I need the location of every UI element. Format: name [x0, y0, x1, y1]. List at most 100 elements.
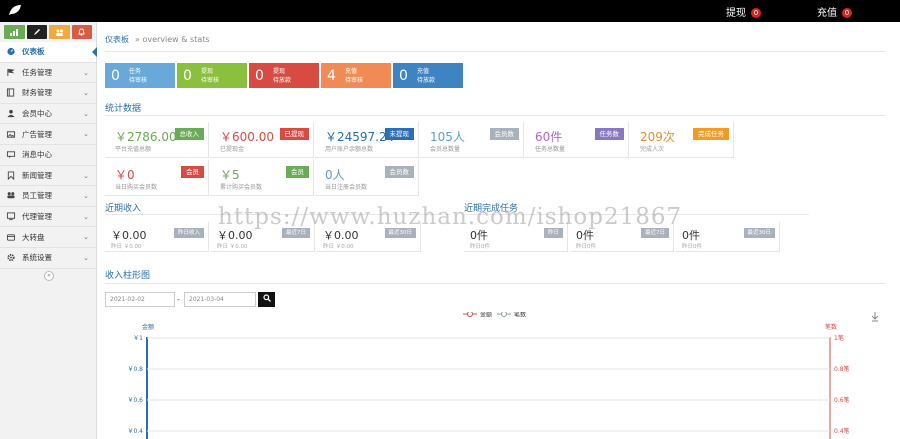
download-icon[interactable] — [871, 312, 879, 322]
kpi-title: 充值 — [345, 67, 358, 75]
stat-value: 209次 — [640, 130, 675, 144]
end-date-input[interactable]: 2021-03-04 — [184, 292, 256, 307]
chart-icon — [10, 28, 19, 36]
y-right-tick: 0.4笔 — [834, 427, 850, 435]
legend-marker[interactable] — [501, 312, 507, 317]
recharge-nav[interactable]: 充值 0 — [817, 4, 852, 19]
start-date-input[interactable]: 2021-02-02 — [105, 292, 175, 307]
sidebar-item-3[interactable]: 会员中心 ⌄ — [0, 104, 96, 125]
sidebar-item-2[interactable]: 财务管理 ⌄ — [0, 83, 96, 104]
kpi-label: 任务 待审核 — [129, 67, 147, 85]
stat-card-4: 60件 任务总数量 任务数 — [525, 122, 629, 158]
y-left-axis-label: 金额 — [142, 323, 154, 331]
leaf-logo-icon[interactable] — [8, 4, 22, 16]
chevron-down-icon: ⌄ — [83, 253, 89, 262]
book-icon — [6, 88, 15, 98]
search-button[interactable] — [258, 292, 275, 307]
collapse-sidebar-button[interactable]: « — [44, 271, 54, 281]
breadcrumb-title[interactable]: 仪表板 — [105, 35, 129, 44]
income-title: 近期收入 — [105, 204, 142, 214]
y-left-tick: ￥1 — [133, 335, 143, 342]
kpi-value: 0 — [111, 67, 120, 84]
sidebar-item-1[interactable]: 任务管理 ⌄ — [0, 63, 96, 84]
stat-desc: 当日注册会员数 — [325, 184, 368, 191]
sidebar-item-4[interactable]: 广告管理 ⌄ — [0, 124, 96, 145]
pencil-icon — [33, 29, 40, 35]
legend-label: 笔数 — [514, 312, 526, 319]
stat-value: ￥2786.00 — [115, 130, 177, 144]
income-desc: 昨日 ￥0.00 — [111, 244, 142, 250]
stat-tag: 总收入 — [174, 128, 204, 140]
sidebar-item-9[interactable]: 大转盘 ⌄ — [0, 227, 96, 248]
income-value: ￥0.00 — [111, 229, 147, 242]
stats-title: 统计数据 — [105, 104, 142, 114]
recharge-badge: 0 — [842, 8, 852, 18]
stat-card-7: ￥5 累计购买会员数 会员 — [210, 160, 314, 196]
stat-value: ￥600.00 — [220, 130, 274, 144]
kpi-card-4[interactable]: 0 充值 待放款 — [393, 63, 463, 88]
y-right-axis-label: 笔数 — [825, 323, 837, 331]
stat-value: ￥0 — [115, 168, 135, 182]
users-icon — [7, 192, 15, 199]
date-separator: - — [177, 295, 180, 304]
tasks-tag: 最近30日 — [743, 228, 775, 238]
income-card-0: ￥0.00 昨日 ￥0.00 昨日收入 — [105, 222, 209, 252]
stat-tag: 完成任务 — [693, 128, 729, 140]
kpi-row: 0 任务 待审核 0 提现 待审核 0 提现 待放款 4 充值 待审核 0 充值 待放款 — [105, 63, 463, 88]
chevron-down-icon: ⌄ — [83, 212, 89, 221]
users-shortcut-button[interactable] — [49, 25, 70, 39]
kpi-card-2[interactable]: 0 提现 待放款 — [249, 63, 319, 88]
kpi-value: 0 — [399, 67, 408, 84]
withdraw-nav[interactable]: 提现 0 — [726, 4, 761, 19]
withdraw-label: 提现 — [726, 8, 746, 19]
picture-icon — [6, 131, 16, 138]
income-tag: 昨日收入 — [173, 228, 204, 238]
stat-desc: 累计购买会员数 — [220, 184, 263, 191]
kpi-card-0[interactable]: 0 任务 待审核 — [105, 63, 175, 88]
sidebar-item-label: 广告管理 — [22, 129, 52, 139]
stat-card-3: 105人 会员总数量 会员数 — [420, 122, 524, 158]
tasks-card-2: 0件昨日0件 最近30日 — [676, 222, 780, 252]
kpi-title: 充值 — [417, 67, 430, 75]
sidebar-item-0[interactable]: 仪表板 — [0, 42, 97, 63]
income-chart: 金额 笔数金额 笔数￥1 1笔￥0.8 0.8笔￥0.6 0.6笔￥0.4 0.4笔 — [127, 312, 879, 439]
tasks-desc: 昨日0件 — [682, 244, 702, 250]
sidebar-item-label: 财务管理 — [22, 88, 52, 98]
kpi-title: 任务 — [129, 67, 142, 75]
main-content: 仪表板 » overview & stats 0 任务 待审核 0 提现 待审核 0 提现 待放款… — [97, 22, 900, 439]
kpi-card-3[interactable]: 4 充值 待审核 — [321, 63, 391, 88]
sidebar-item-8[interactable]: 代理管理 ⌄ — [0, 207, 96, 228]
user-icon — [7, 109, 15, 118]
sidebar-item-label: 代理管理 — [22, 212, 52, 222]
bell-shortcut-button[interactable] — [71, 25, 92, 39]
chevron-down-icon: ⌄ — [83, 233, 89, 242]
sidebar-item-7[interactable]: 员工管理 ⌄ — [0, 186, 96, 207]
breadcrumb-subtitle: » overview & stats — [135, 35, 210, 44]
kpi-desc: 待放款 — [417, 76, 436, 84]
kpi-card-1[interactable]: 0 提现 待审核 — [177, 63, 247, 88]
stat-desc: 任务总数量 — [535, 146, 566, 153]
sidebar-item-6[interactable]: 新闻管理 ⌄ — [0, 166, 96, 187]
recharge-label: 充值 — [817, 8, 837, 19]
edit-shortcut-button[interactable] — [26, 25, 47, 39]
search-icon — [262, 294, 271, 302]
y-right-tick: 0.8笔 — [834, 365, 850, 373]
tasks-value: 0件 — [682, 229, 700, 242]
stat-tag: 会员数 — [489, 128, 519, 140]
stat-desc: 已提现金 — [220, 146, 245, 153]
stats-shortcut-button[interactable] — [4, 25, 25, 39]
sidebar-item-10[interactable]: 系统设置 ⌄ — [0, 248, 96, 269]
kpi-desc: 待放款 — [273, 76, 292, 84]
tachometer-icon — [7, 48, 15, 56]
chart-title: 收入柱形图 — [105, 271, 151, 281]
legend-marker[interactable] — [467, 312, 473, 317]
kpi-value: 0 — [255, 67, 264, 84]
stat-desc: 用户账户余额总数 — [325, 146, 374, 153]
stat-tag: 会员 — [286, 166, 309, 178]
sidebar-item-5[interactable]: 消息中心 — [0, 145, 96, 166]
stat-card-8: 0人 当日注册会员数 会员数 — [315, 160, 419, 196]
message-icon — [6, 151, 16, 159]
sidebar-item-label: 员工管理 — [22, 191, 52, 201]
sidebar-menu: 仪表板 任务管理 ⌄ 财务管理 ⌄ 会员中心 ⌄ 广告管理 ⌄ 消息中心 新闻管理 ⌄ 员工管理 ⌄ 代理管… — [0, 42, 97, 269]
flag-icon — [7, 68, 15, 76]
